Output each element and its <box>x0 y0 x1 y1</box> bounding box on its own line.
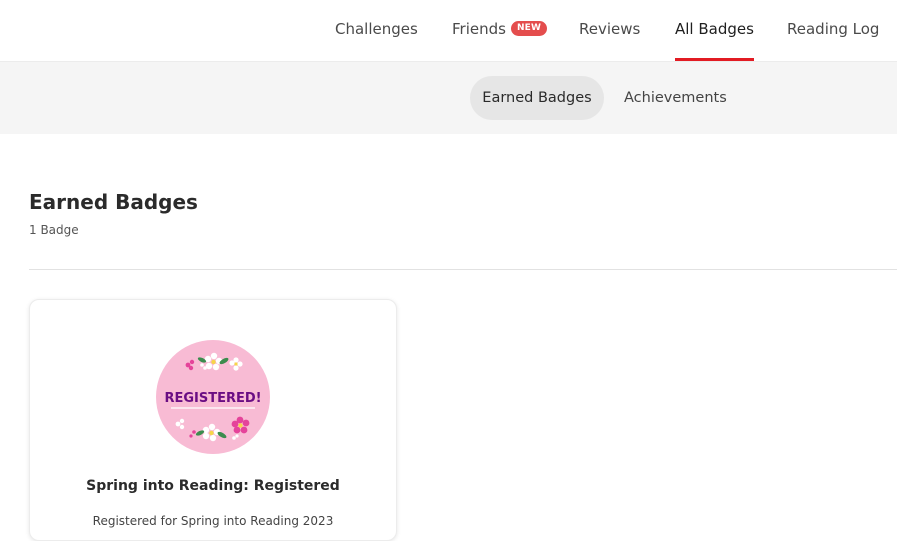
nav-item-reviews[interactable]: Reviews <box>579 0 640 61</box>
badge-image-text: REGISTERED! <box>164 391 261 406</box>
nav-item-friends[interactable]: Friends NEW <box>452 0 548 61</box>
new-badge: NEW <box>510 20 548 36</box>
tab-achievements[interactable]: Achievements <box>624 76 727 120</box>
nav-item-label: Challenges <box>335 20 418 38</box>
nav-item-label: Reviews <box>579 20 641 38</box>
sub-navigation: Earned Badges Achievements <box>0 62 897 134</box>
tab-label: Earned Badges <box>482 90 592 106</box>
nav-item-label: Friends <box>452 20 506 38</box>
nav-item-reading-log[interactable]: Reading Log <box>787 0 879 61</box>
nav-item-label: All Badges <box>675 20 754 38</box>
tab-label: Achievements <box>624 90 727 106</box>
divider <box>29 269 897 270</box>
badge-card[interactable]: REGISTERED! Spring into Reading: Registe… <box>29 299 397 541</box>
badge-title: Spring into Reading: Registered <box>86 478 340 494</box>
badge-description: Registered for Spring into Reading 2023 <box>92 514 334 528</box>
tab-earned-badges[interactable]: Earned Badges <box>470 76 604 120</box>
badge-count: 1 Badge <box>29 223 79 237</box>
nav-item-challenges[interactable]: Challenges <box>335 0 418 61</box>
page-title: Earned Badges <box>29 190 198 214</box>
active-tab-underline <box>675 58 754 61</box>
top-navigation: Challenges Friends NEW Reviews All Badges… <box>0 0 897 62</box>
nav-item-label: Reading Log <box>787 20 880 38</box>
nav-item-all-badges[interactable]: All Badges <box>675 0 754 61</box>
registered-flower-badge-icon: REGISTERED! <box>156 340 270 454</box>
